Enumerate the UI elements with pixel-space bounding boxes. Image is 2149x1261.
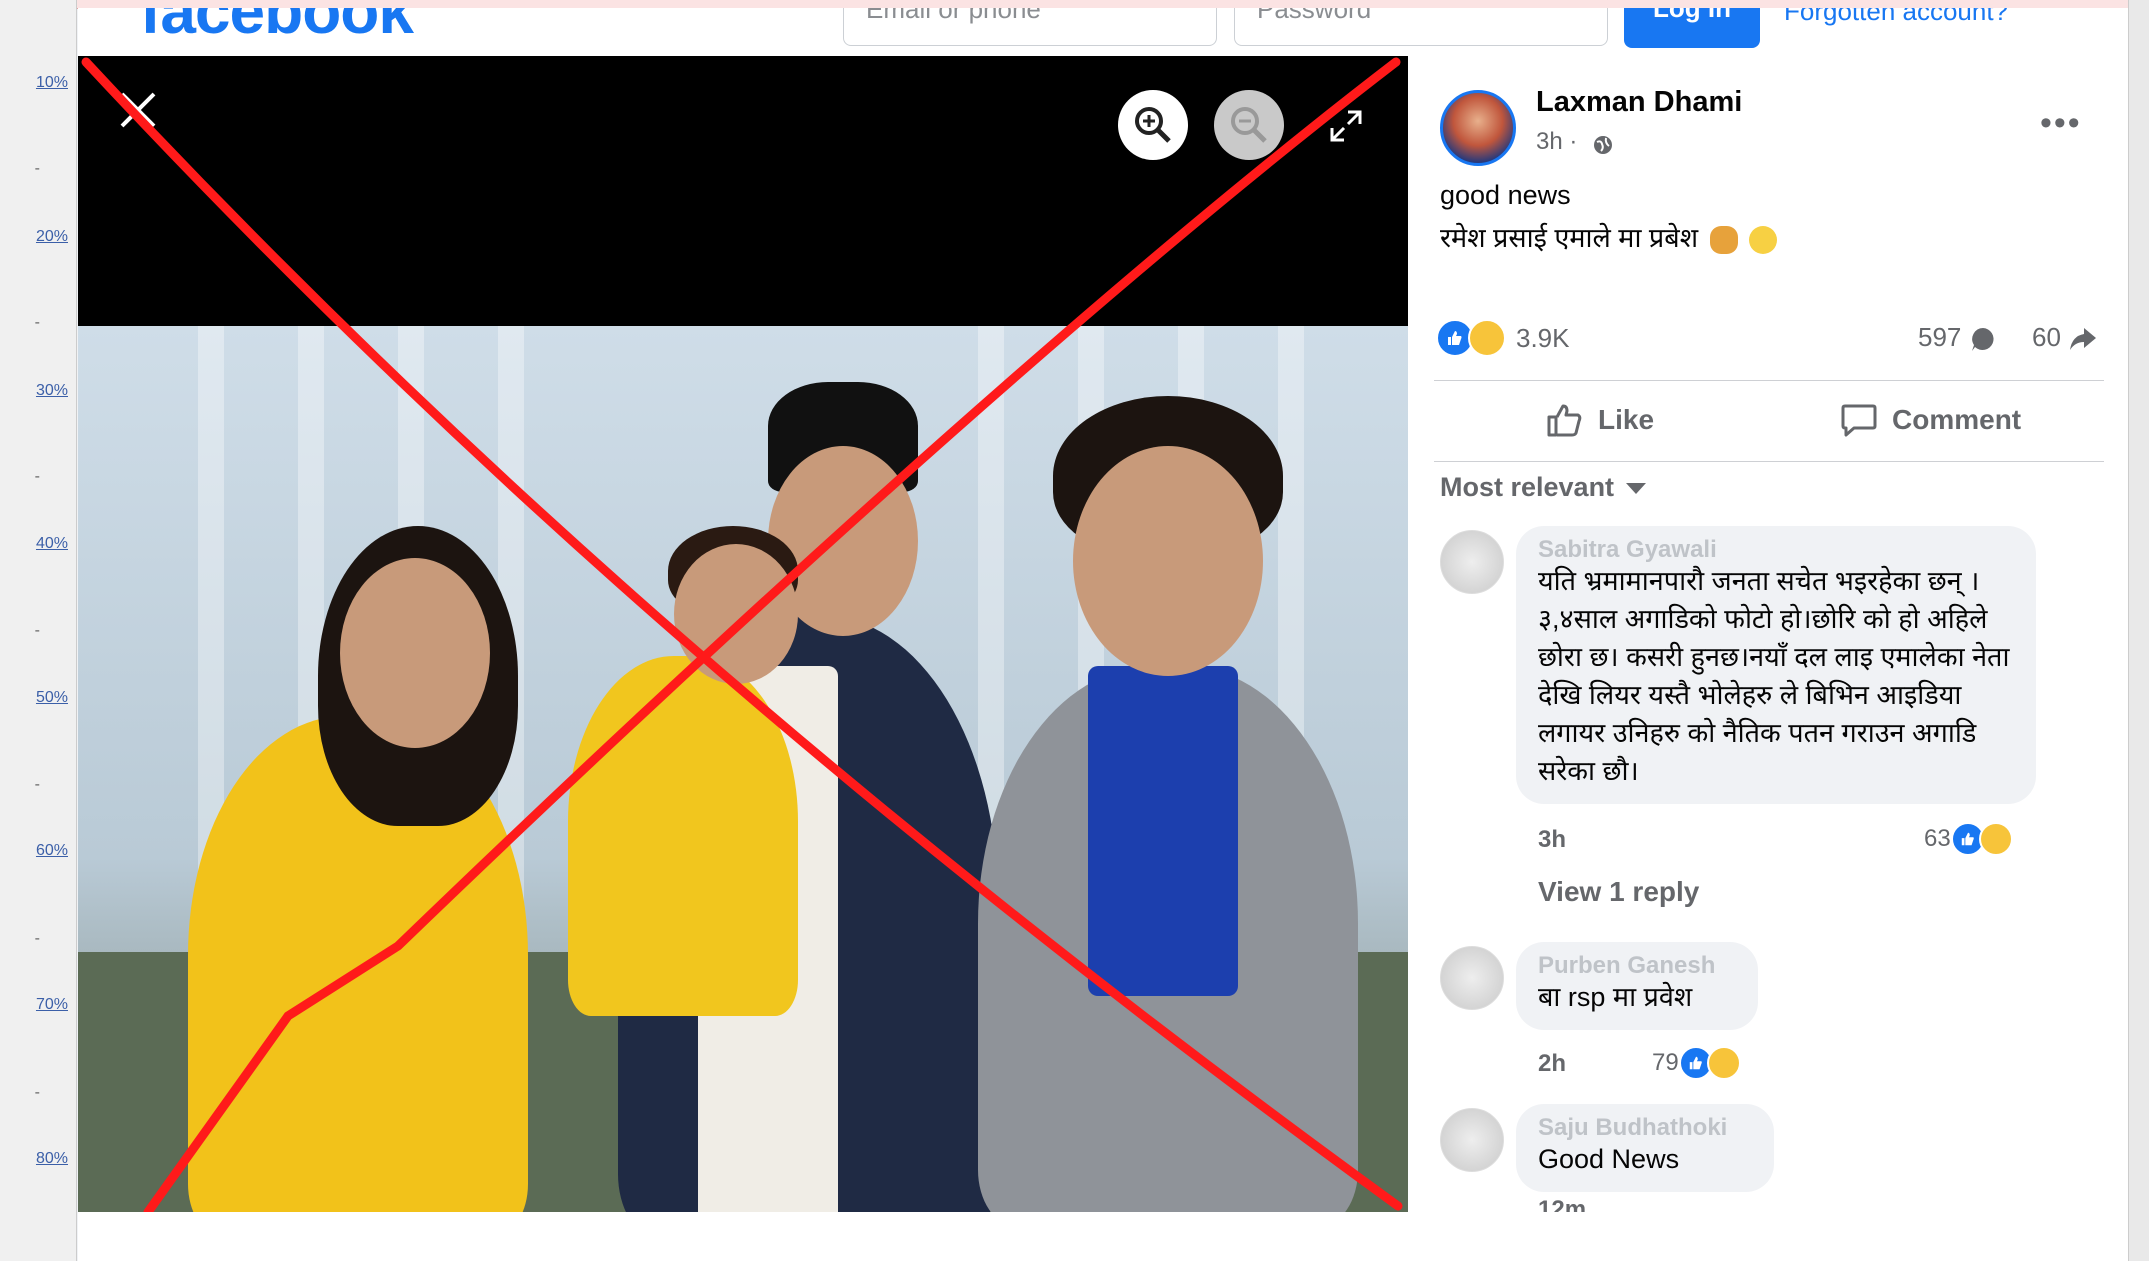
ruler-mark: 40%: [35, 535, 68, 552]
ruler-dash: -: [34, 160, 40, 177]
comment-bubble: Sabitra Gyawali यति भ्रमामानपारौ जनता सच…: [1516, 526, 2036, 804]
ruler-mark: 50%: [35, 689, 68, 706]
comment-button[interactable]: Comment: [1840, 402, 2021, 438]
ruler-mark: 30%: [35, 382, 68, 399]
comment-time[interactable]: 12m: [1538, 1196, 1586, 1212]
commenter-avatar[interactable]: [1440, 530, 1504, 594]
comment-reactions[interactable]: 63: [1924, 822, 2013, 856]
ruler-mark: 20%: [35, 228, 68, 245]
reaction-summary[interactable]: 3.9K: [1436, 318, 1570, 358]
haha-reaction-icon: [1468, 319, 1506, 357]
reactions-count: 3.9K: [1516, 322, 1570, 353]
smile-emoji-icon: [1749, 225, 1778, 254]
fullscreen-icon[interactable]: [1328, 108, 1364, 144]
ruler-dash: -: [34, 930, 40, 947]
comment-reactions-count: 79: [1652, 1049, 1679, 1076]
author-avatar[interactable]: [1440, 90, 1516, 166]
chevron-down-icon: [1626, 483, 1647, 495]
globe-icon: [1594, 136, 1612, 154]
close-icon[interactable]: [112, 84, 164, 136]
ruler-mark: 80%: [35, 1150, 68, 1167]
zoom-in-button[interactable]: [1118, 90, 1188, 160]
ruler-dash: -: [34, 776, 40, 793]
ruler-dash: -: [34, 468, 40, 485]
thumbs-up-icon: [1547, 404, 1582, 437]
page-ruler: 10% - 20% - 30% - 40% - 50% - 60% - 70% …: [0, 0, 77, 1261]
post-text-line2: रमेश प्रसाई एमाले मा प्रबेश: [1440, 218, 1778, 255]
view-replies-link[interactable]: View 1 reply: [1538, 876, 1699, 908]
comment-bubble-icon: [1971, 328, 1994, 352]
commenter-avatar[interactable]: [1440, 946, 1504, 1010]
post-panel: Laxman Dhami 3h · ••• good news रमेश प्र…: [1408, 56, 2128, 1212]
comment-author[interactable]: Saju Budhathoki: [1538, 1114, 1752, 1140]
scrollbar[interactable]: [2128, 0, 2149, 1261]
comment-time[interactable]: 2h: [1538, 1050, 1566, 1078]
photo-viewer: [78, 56, 1408, 1212]
zoom-in-icon: [1135, 107, 1171, 143]
page-bottom-strip: [78, 1212, 2128, 1261]
like-button[interactable]: Like: [1546, 402, 1654, 438]
ruler-mark: 70%: [35, 996, 68, 1013]
comment-filter-dropdown[interactable]: Most relevant: [1440, 472, 1647, 503]
email-field[interactable]: Email or phone: [843, 8, 1217, 46]
comment-icon: [1841, 404, 1877, 437]
post-text-line2-content: रमेश प्रसाई एमाले मा प्रबेश: [1440, 223, 1699, 253]
post-text-line1: good news: [1440, 180, 1571, 210]
forgot-account-link[interactable]: Forgotten account?: [1784, 8, 2008, 27]
comment-reactions-count: 63: [1924, 825, 1951, 852]
haha-reaction-icon: [1978, 822, 2013, 856]
author-name[interactable]: Laxman Dhami: [1536, 86, 1742, 119]
ruler-dash: -: [34, 622, 40, 639]
post-photo: [78, 326, 1408, 1212]
site-header: facebook Email or phone Password Log In …: [78, 8, 2128, 56]
shares-count-wrap[interactable]: 60: [2032, 322, 2098, 353]
comment-text: यति भ्रमामानपारौ जनता सचेत भइरहेका छन् ।…: [1538, 566, 2010, 786]
password-field[interactable]: Password: [1234, 8, 1608, 46]
comment-bubble: Saju Budhathoki Good News: [1516, 1104, 1774, 1192]
comment-author[interactable]: Purben Ganesh: [1538, 952, 1736, 978]
fist-emoji-icon: [1709, 225, 1738, 254]
comment-text: बा rsp मा प्रवेश: [1538, 982, 1693, 1012]
shares-count: 60: [2032, 322, 2061, 352]
post-time[interactable]: 3h ·: [1536, 128, 1577, 156]
like-button-label: Like: [1598, 404, 1655, 435]
haha-reaction-icon: [1706, 1046, 1741, 1080]
login-button[interactable]: Log In: [1624, 8, 1760, 48]
facebook-logo[interactable]: facebook: [140, 8, 414, 48]
comment-filter-label: Most relevant: [1440, 472, 1615, 502]
ruler-dash: -: [34, 314, 40, 331]
zoom-out-button[interactable]: [1214, 90, 1284, 160]
ruler-mark: 60%: [35, 842, 68, 859]
comment-author[interactable]: Sabitra Gyawali: [1538, 536, 2014, 562]
ruler-mark: 10%: [35, 74, 68, 91]
comment-reactions[interactable]: 79: [1652, 1046, 1741, 1080]
comments-count: 597: [1918, 322, 1962, 352]
ruler-dash: -: [34, 1084, 40, 1101]
divider: [1434, 380, 2104, 381]
share-arrow-icon: [2070, 328, 2097, 351]
divider: [1434, 461, 2104, 462]
commenter-avatar[interactable]: [1440, 1108, 1504, 1172]
comment-text: Good News: [1538, 1144, 1680, 1174]
comments-count-wrap[interactable]: 597: [1918, 322, 1997, 353]
comment-button-label: Comment: [1892, 404, 2022, 435]
comment-bubble: Purben Ganesh बा rsp मा प्रवेश: [1516, 942, 1758, 1030]
comment-time[interactable]: 3h: [1538, 826, 1566, 854]
zoom-out-icon: [1231, 107, 1267, 143]
more-options-icon[interactable]: •••: [2040, 104, 2082, 143]
